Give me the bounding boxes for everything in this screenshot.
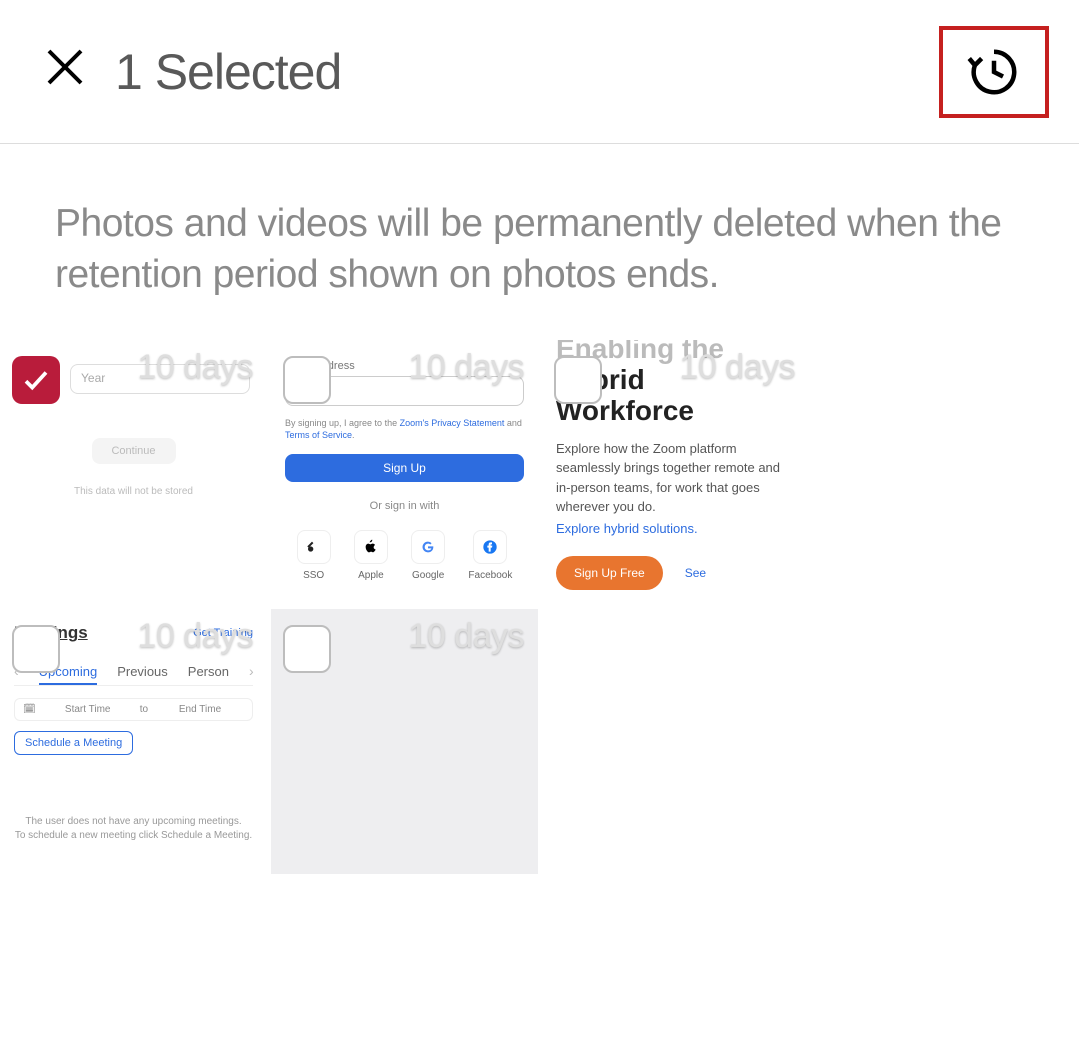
tab-previous: Previous bbox=[117, 664, 168, 679]
photo-thumbnail[interactable]: 10 days Email address By signing up, I a… bbox=[271, 340, 538, 605]
date-range-row: 🗓 Start Time to End Time bbox=[14, 698, 253, 721]
agree-mid: and bbox=[504, 418, 522, 428]
key-icon bbox=[297, 530, 331, 564]
agree-pre: By signing up, I agree to the bbox=[285, 418, 400, 428]
retention-badge: 10 days bbox=[679, 348, 795, 387]
explore-link: Explore hybrid solutions. bbox=[556, 521, 795, 536]
history-icon bbox=[967, 45, 1021, 99]
provider-google: Google bbox=[411, 530, 445, 581]
selection-count-title: 1 Selected bbox=[115, 43, 341, 101]
privacy-link: Zoom's Privacy Statement bbox=[400, 418, 505, 428]
selection-checkbox[interactable] bbox=[283, 356, 331, 404]
close-icon[interactable] bbox=[45, 47, 85, 96]
provider-label: Google bbox=[412, 570, 444, 581]
data-not-stored-text: This data will not be stored bbox=[0, 486, 267, 497]
selection-checkbox[interactable] bbox=[12, 356, 60, 404]
empty-line: The user does not have any upcoming meet… bbox=[14, 815, 253, 829]
retention-badge: 10 days bbox=[137, 348, 253, 387]
schedule-meeting-button: Schedule a Meeting bbox=[14, 731, 133, 755]
provider-label: SSO bbox=[303, 570, 324, 581]
see-link: See bbox=[685, 566, 706, 580]
or-signin-text: Or sign in with bbox=[285, 500, 524, 512]
provider-row: SSO Apple Google Facebook bbox=[285, 530, 524, 581]
empty-state-text: The user does not have any upcoming meet… bbox=[14, 815, 253, 843]
photo-thumbnail[interactable]: 10 days Enabling the Hybrid Workforce Ex… bbox=[542, 340, 809, 605]
provider-apple: Apple bbox=[354, 530, 388, 581]
deletion-warning-text: Photos and videos will be permanently de… bbox=[0, 144, 1079, 340]
signup-button: Sign Up bbox=[285, 454, 524, 482]
tab-personal: Person bbox=[188, 664, 229, 679]
provider-label: Apple bbox=[358, 570, 384, 581]
selection-header: 1 Selected bbox=[0, 0, 1079, 143]
photo-thumbnail[interactable]: 10 days Year Continue This data will not… bbox=[0, 340, 267, 605]
restore-history-button[interactable] bbox=[939, 26, 1049, 118]
apple-icon bbox=[354, 530, 388, 564]
provider-facebook: Facebook bbox=[468, 530, 512, 581]
selection-checkbox[interactable] bbox=[283, 625, 331, 673]
selection-checkbox[interactable] bbox=[554, 356, 602, 404]
provider-sso: SSO bbox=[297, 530, 331, 581]
retention-badge: 10 days bbox=[408, 348, 524, 387]
provider-label: Facebook bbox=[468, 570, 512, 581]
retention-badge: 10 days bbox=[137, 617, 253, 656]
google-icon bbox=[411, 530, 445, 564]
empty-line: To schedule a new meeting click Schedule… bbox=[14, 829, 253, 843]
calendar-icon: 🗓 bbox=[23, 704, 36, 715]
terms-link: Terms of Service bbox=[285, 430, 352, 440]
cta-row: Sign Up Free See bbox=[556, 556, 795, 590]
to-label: to bbox=[140, 704, 148, 715]
header-left: 1 Selected bbox=[45, 43, 341, 101]
selection-checkbox[interactable] bbox=[12, 625, 60, 673]
facebook-icon bbox=[473, 530, 507, 564]
photo-thumbnail[interactable]: 10 days bbox=[271, 609, 538, 874]
photo-thumbnail[interactable]: 10 days Meetings Get Training ‹ Upcoming… bbox=[0, 609, 267, 874]
end-time-label: End Time bbox=[156, 704, 244, 715]
start-time-label: Start Time bbox=[44, 704, 132, 715]
agree-text: By signing up, I agree to the Zoom's Pri… bbox=[285, 418, 524, 441]
continue-button: Continue bbox=[92, 438, 176, 464]
photo-grid: 10 days Year Continue This data will not… bbox=[0, 340, 1079, 874]
signup-free-button: Sign Up Free bbox=[556, 556, 663, 590]
hybrid-body: Explore how the Zoom platform seamlessly… bbox=[556, 439, 795, 517]
retention-badge: 10 days bbox=[408, 617, 524, 656]
chevron-right-icon: › bbox=[249, 663, 254, 679]
